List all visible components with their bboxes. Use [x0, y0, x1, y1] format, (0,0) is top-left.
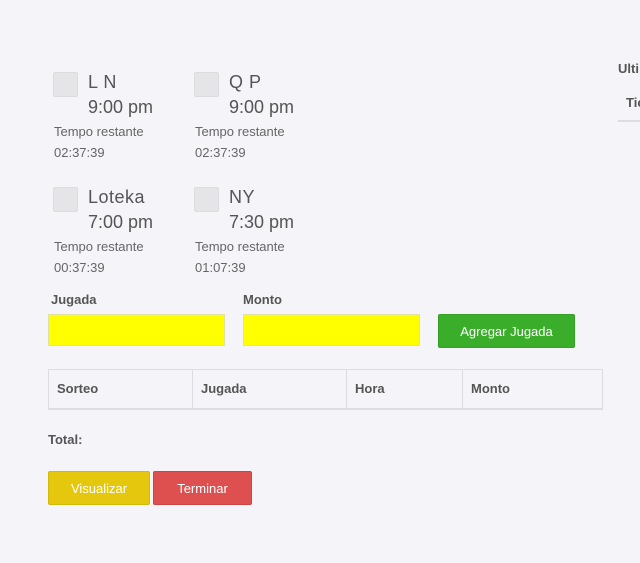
table-header-row: Sorteo Jugada Hora Monto [48, 369, 603, 410]
jugada-input[interactable] [48, 314, 225, 346]
draw-name: Loteka [88, 187, 146, 207]
draw-time: 7:00 pm [88, 212, 154, 232]
monto-input[interactable] [243, 314, 420, 346]
view-button[interactable]: Visualizar [48, 471, 150, 505]
draw-name: Q P [229, 72, 262, 92]
remaining-time: 02:37:39 [195, 145, 246, 160]
remaining-label: Tempo restante [54, 239, 144, 254]
draw-checkbox-ny[interactable] [194, 187, 219, 212]
draw-checkbox-ln[interactable] [53, 72, 78, 97]
remaining-time: 02:37:39 [54, 145, 105, 160]
jugada-label: Jugada [51, 292, 97, 307]
draw-name: NY [229, 187, 256, 207]
column-header-sorteo: Sorteo [48, 369, 193, 410]
finish-button[interactable]: Terminar [153, 471, 252, 505]
remaining-label: Tempo restante [195, 239, 285, 254]
side-panel-title: Ulti [618, 61, 639, 76]
add-play-button[interactable]: Agregar Jugada [438, 314, 575, 348]
side-panel-column: Tic [626, 95, 640, 110]
column-header-monto: Monto [462, 369, 603, 410]
column-header-jugada: Jugada [192, 369, 347, 410]
total-label: Total: [48, 432, 83, 447]
draw-time: 9:00 pm [229, 97, 295, 117]
remaining-label: Tempo restante [195, 124, 285, 139]
draw-time: 9:00 pm [88, 97, 154, 117]
remaining-label: Tempo restante [54, 124, 144, 139]
remaining-time: 01:07:39 [195, 260, 246, 275]
monto-label: Monto [243, 292, 282, 307]
side-panel-divider [618, 120, 640, 122]
draw-checkbox-qp[interactable] [194, 72, 219, 97]
draw-name: L N [88, 72, 117, 92]
draw-time: 7:30 pm [229, 212, 295, 232]
plays-table: Sorteo Jugada Hora Monto [48, 369, 603, 410]
column-header-hora: Hora [346, 369, 463, 410]
remaining-time: 00:37:39 [54, 260, 105, 275]
draw-checkbox-loteka[interactable] [53, 187, 78, 212]
